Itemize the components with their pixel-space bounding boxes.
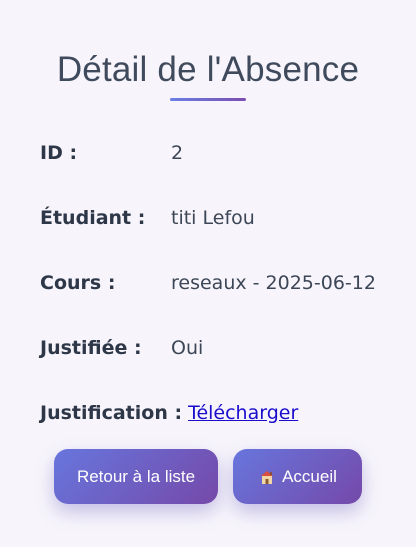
id-value: 2 bbox=[171, 141, 184, 164]
course-label: Cours : bbox=[40, 271, 116, 294]
home-button[interactable]: Accueil bbox=[233, 449, 362, 504]
detail-row-justification: Justification : Télécharger bbox=[40, 380, 400, 445]
id-label: ID : bbox=[40, 141, 78, 164]
house-icon bbox=[258, 468, 276, 486]
download-justification-link[interactable]: Télécharger bbox=[188, 402, 298, 424]
back-to-list-label: Retour à la liste bbox=[76, 466, 196, 486]
action-buttons: Retour à la liste Accueil bbox=[0, 449, 416, 504]
detail-list: ID : 2 Étudiant : titi Lefou Cours : res… bbox=[40, 120, 400, 445]
page-title: Détail de l'Absence bbox=[56, 50, 360, 89]
student-label: Étudiant : bbox=[40, 206, 146, 229]
student-value: titi Lefou bbox=[171, 206, 255, 229]
detail-row-student: Étudiant : titi Lefou bbox=[40, 185, 400, 250]
detail-row-id: ID : 2 bbox=[40, 120, 400, 185]
title-underline bbox=[170, 98, 246, 101]
justified-value: Oui bbox=[171, 336, 204, 359]
absence-detail-card: Détail de l'Absence ID : 2 Étudiant : ti… bbox=[0, 0, 416, 547]
detail-row-course: Cours : reseaux - 2025-06-12 bbox=[40, 250, 400, 315]
home-label: Accueil bbox=[282, 466, 337, 486]
justification-label: Justification : bbox=[40, 401, 183, 424]
back-to-list-button[interactable]: Retour à la liste bbox=[54, 449, 218, 504]
course-value: reseaux - 2025-06-12 bbox=[171, 271, 376, 294]
detail-row-justified: Justifiée : Oui bbox=[40, 315, 400, 380]
justified-label: Justifiée : bbox=[40, 336, 142, 359]
